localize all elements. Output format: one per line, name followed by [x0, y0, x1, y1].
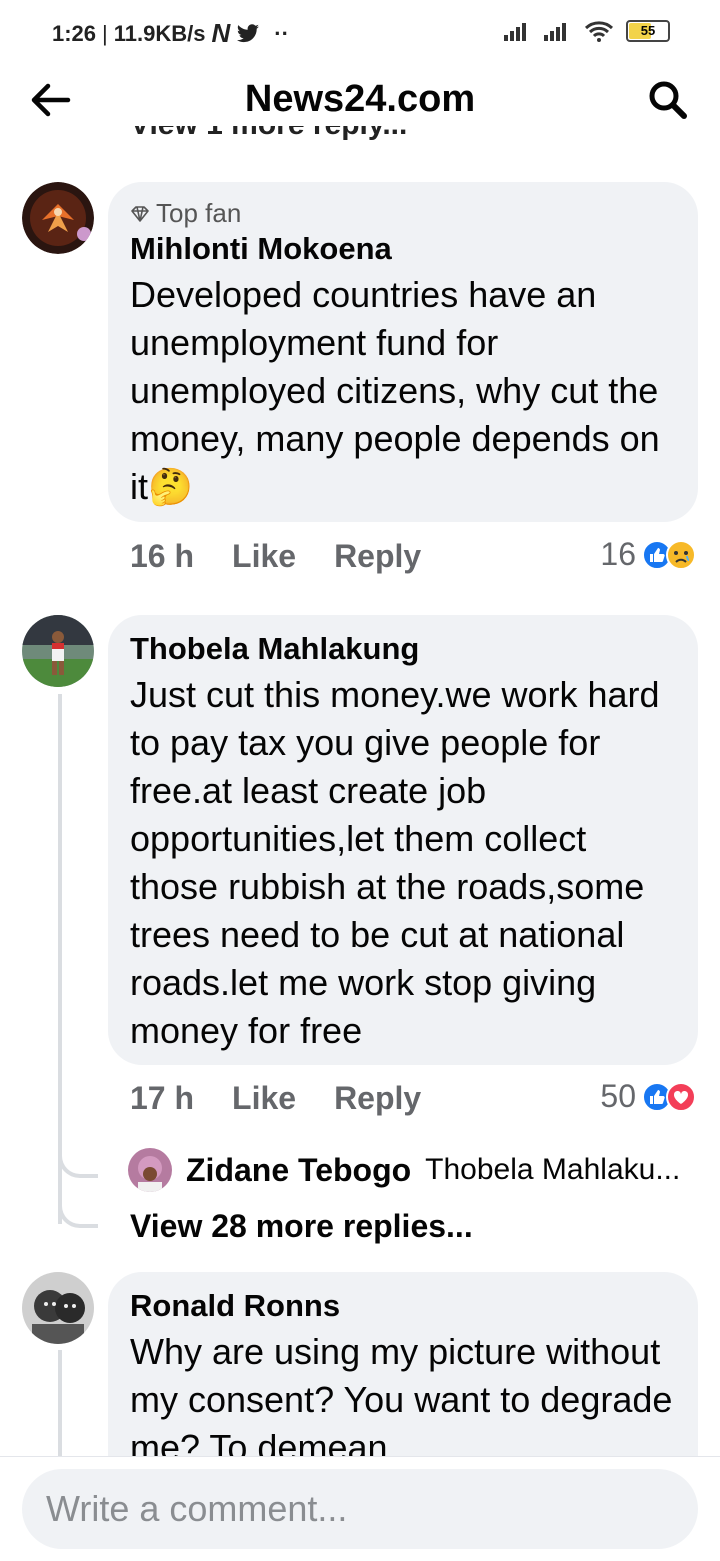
search-button[interactable] [648, 80, 688, 125]
signal-icon-2 [544, 23, 566, 41]
sad-reaction-icon [666, 539, 696, 570]
reply-author: Zidane Tebogo [186, 1151, 412, 1188]
comment-text: Developed countries have an unemployment… [130, 274, 660, 507]
comment-time: 16 h [130, 538, 195, 574]
battery-level: 55 [640, 23, 656, 38]
reaction-count: 16 [600, 536, 636, 572]
avatar-image [22, 615, 94, 687]
reply-preview[interactable]: Zidane Tebogo Thobela Mahlaku... [128, 1148, 680, 1192]
avatar-image [22, 1272, 94, 1344]
thread-line [58, 1350, 62, 1460]
comment-text: Why are using my picture without my cons… [130, 1331, 673, 1468]
more-dots-icon: ·· [274, 20, 289, 46]
comment-bubble: Top fan Mihlonti Mokoena Developed count… [108, 182, 698, 522]
avatar [128, 1148, 172, 1192]
like-button[interactable]: Like [232, 1080, 296, 1117]
view-more-replies-link[interactable]: View 28 more replies... [130, 1208, 473, 1245]
avatar[interactable] [22, 182, 94, 254]
avatar[interactable] [22, 615, 94, 687]
thread-branch [58, 1198, 98, 1228]
status-left: 1:26 | 11.9KB/s N ·· [52, 18, 289, 48]
twitter-icon [237, 23, 260, 42]
status-right: 55 [504, 20, 670, 42]
top-fan-badge: Top fan [130, 198, 676, 229]
like-button[interactable]: Like [232, 538, 296, 575]
search-icon [649, 81, 687, 119]
avatar[interactable] [22, 1272, 94, 1344]
status-speed: 11.9KB/s [113, 20, 206, 46]
status-time: 1:26 [52, 20, 97, 46]
comment-author[interactable]: Ronald Ronns [130, 1288, 676, 1324]
thread-branch [58, 1148, 98, 1178]
status-bar: 1:26 | 11.9KB/s N ·· 55 [0, 0, 720, 66]
comment-author[interactable]: Mihlonti Mokoena [130, 231, 676, 267]
battery-icon: 55 [626, 20, 670, 42]
signal-icon [504, 23, 526, 41]
comment-composer [0, 1456, 720, 1561]
reactions[interactable]: 50 [600, 1078, 696, 1115]
comment-author[interactable]: Thobela Mahlakung [130, 631, 676, 667]
page-title: News24.com [244, 78, 476, 120]
diamond-icon [131, 205, 149, 222]
comment-actions: 16 h Like Reply [130, 538, 421, 575]
comment-time: 17 h [130, 1080, 195, 1116]
comment-actions: 17 h Like Reply [130, 1080, 421, 1117]
notification-n-icon: N [211, 18, 231, 48]
love-reaction-icon [666, 1081, 696, 1112]
reactions[interactable]: 16 [600, 536, 696, 573]
comment-bubble: Thobela Mahlakung Just cut this money.we… [108, 615, 698, 1065]
avatar-image [22, 182, 94, 254]
reaction-count: 50 [600, 1078, 636, 1114]
reply-button[interactable]: Reply [334, 1080, 421, 1117]
view-more-replies-link-cut[interactable]: View 1 more reply... [130, 126, 407, 152]
reply-button[interactable]: Reply [334, 538, 421, 575]
reply-snippet: Thobela Mahlaku... [425, 1153, 681, 1186]
comment-text: Just cut this money.we work hard to pay … [130, 674, 660, 1051]
comment-input[interactable] [22, 1469, 698, 1549]
thread-line [58, 694, 62, 1224]
wifi-icon [584, 21, 614, 42]
